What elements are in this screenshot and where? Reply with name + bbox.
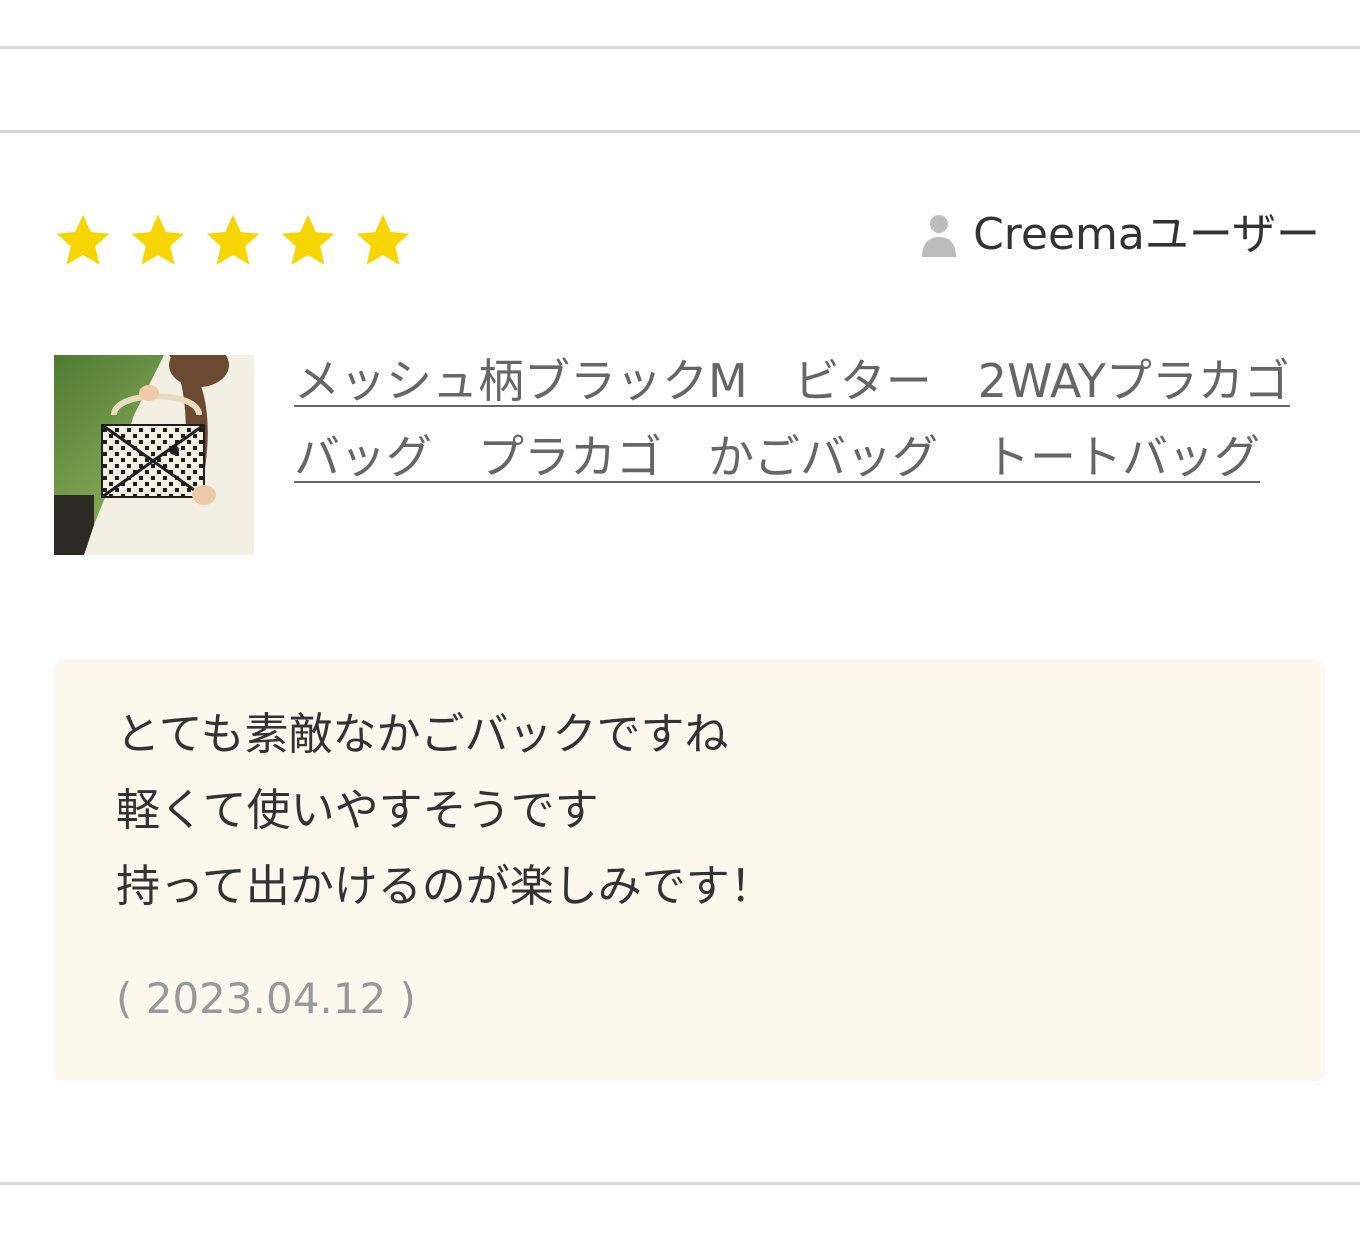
top-divider	[0, 46, 1360, 49]
product-thumbnail[interactable]	[54, 355, 254, 555]
review-item: Creemaユーザー メッシュ柄ブラックM ビター 2WAYプラカゴバッグ プラ…	[0, 133, 1360, 1182]
star-icon	[52, 211, 114, 271]
product-title-link[interactable]: メッシュ柄ブラックM ビター 2WAYプラカゴバッグ プラカゴ かごバッグ トー…	[294, 343, 1304, 495]
star-icon	[352, 211, 414, 271]
star-icon	[127, 211, 189, 271]
reviewed-product: メッシュ柄ブラックM ビター 2WAYプラカゴバッグ プラカゴ かごバッグ トー…	[54, 354, 1314, 555]
comment-line: 軽くて使いやすそうです	[116, 785, 599, 836]
star-rating	[52, 211, 414, 271]
comment-line: 持って出かけるのが楽しみです！	[116, 861, 774, 912]
reviewer: Creemaユーザー	[921, 205, 1320, 265]
star-icon	[277, 211, 339, 271]
reviewer-name: Creemaユーザー	[973, 209, 1320, 260]
comment-text: とても素敵なかごバックですね 軽くて使いやすそうです 持って出かけるのが楽しみで…	[116, 697, 774, 925]
bottom-divider	[0, 1182, 1360, 1185]
comment-line: とても素敵なかごバックですね	[116, 709, 729, 760]
review-comment: とても素敵なかごバックですね 軽くて使いやすそうです 持って出かけるのが楽しみで…	[54, 659, 1325, 1081]
star-icon	[202, 211, 264, 271]
review-date: ( 2023.04.12 )	[116, 974, 416, 1023]
user-icon	[921, 213, 957, 257]
